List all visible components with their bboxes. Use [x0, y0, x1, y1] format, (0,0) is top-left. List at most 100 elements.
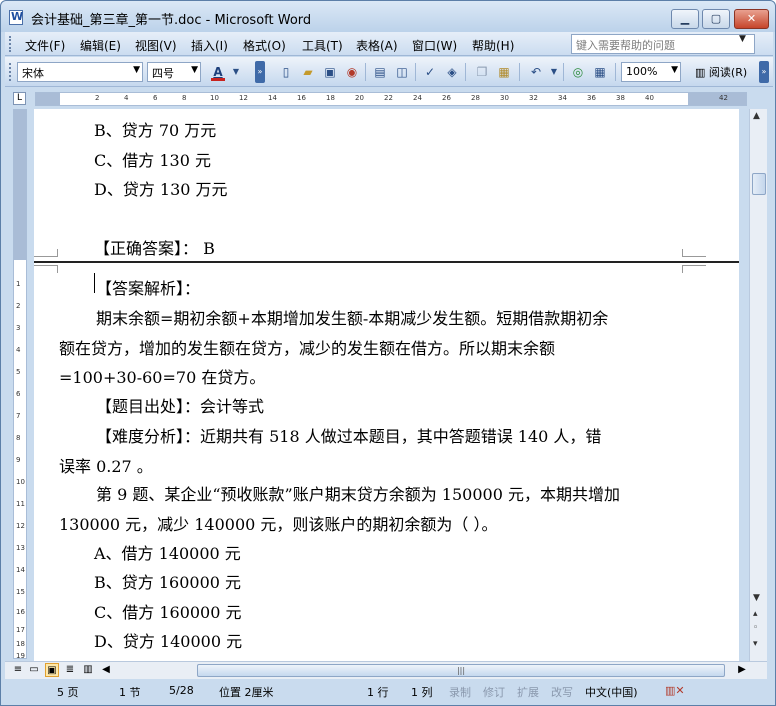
- close-button[interactable]: ✕: [734, 9, 769, 29]
- table-icon[interactable]: ▦: [591, 63, 609, 81]
- option-a: A、借方 140000 元: [94, 544, 241, 563]
- spelling-icon[interactable]: ✓: [421, 63, 439, 81]
- vruler-tick: 13: [16, 544, 25, 552]
- menu-help[interactable]: 帮助(H): [472, 37, 514, 54]
- chevron-down-icon[interactable]: ▼: [191, 65, 198, 75]
- toolbar-separator: [615, 63, 616, 81]
- vertical-scroll-thumb[interactable]: [752, 173, 766, 195]
- vruler-tick: 8: [16, 434, 21, 442]
- ruler-right-margin: [688, 93, 746, 105]
- ruler-tick: 30: [500, 94, 509, 102]
- next-page-icon[interactable]: ▾: [753, 639, 758, 649]
- help-question-input[interactable]: 键入需要帮助的问题: [571, 34, 755, 54]
- status-ext[interactable]: 扩展: [517, 684, 539, 700]
- ruler-tick: 28: [471, 94, 480, 102]
- horizontal-ruler[interactable]: 2 4 6 8 10 12 14 16 18 20 22 24 26 28 30…: [35, 92, 747, 106]
- font-color-dropdown-icon[interactable]: ▼: [227, 63, 245, 81]
- web-view-icon[interactable]: ▭: [27, 663, 41, 677]
- menu-edit[interactable]: 编辑(E): [80, 37, 121, 54]
- ruler-tick: 38: [616, 94, 625, 102]
- chevron-down-icon[interactable]: ▼: [133, 65, 140, 75]
- menu-format[interactable]: 格式(O): [243, 37, 286, 54]
- menu-grip[interactable]: [9, 36, 12, 52]
- option-c-prev: C、借方 130 元: [94, 151, 211, 170]
- status-language: 中文(中国): [585, 686, 638, 699]
- vertical-ruler[interactable]: 1 2 3 4 5 6 7 8 9 10 11 12 13 14 15 16 1…: [13, 109, 27, 659]
- undo-dropdown-icon[interactable]: ▼: [545, 63, 563, 81]
- print-preview-icon[interactable]: ◫: [393, 63, 411, 81]
- menu-tools[interactable]: 工具(T): [302, 37, 343, 54]
- vruler-tick: 3: [16, 324, 21, 332]
- paste-icon[interactable]: ▦: [495, 63, 513, 81]
- scroll-down-icon[interactable]: ▼: [753, 593, 760, 603]
- help-dropdown-arrow-icon[interactable]: ▼: [739, 34, 746, 44]
- status-bar: 5 页 1 节 5/28 位置 2厘米 1 行 1 列 录制 修订 扩展 改写 …: [5, 681, 773, 703]
- maximize-button[interactable]: ▢: [702, 9, 730, 29]
- toolbar-options-icon[interactable]: »: [255, 61, 265, 83]
- font-name-combo[interactable]: 宋体 ▼: [17, 62, 143, 82]
- save-icon[interactable]: ▣: [321, 63, 339, 81]
- vruler-tick: 12: [16, 522, 25, 530]
- vertical-scrollbar[interactable]: ▲ ▼ ▴ ◦ ▾: [749, 109, 767, 661]
- chevron-down-icon[interactable]: ▼: [671, 65, 678, 75]
- font-size-combo[interactable]: 四号 ▼: [147, 62, 201, 82]
- new-document-icon[interactable]: ▯: [277, 63, 295, 81]
- copy-icon[interactable]: ❐: [473, 63, 491, 81]
- menu-file[interactable]: 文件(F): [25, 37, 65, 54]
- vruler-tick: 2: [16, 302, 21, 310]
- status-rec[interactable]: 录制: [449, 684, 471, 700]
- spelling-status-icon[interactable]: ▥✕: [665, 684, 685, 697]
- book-icon: ▥: [695, 66, 706, 79]
- outline-view-icon[interactable]: ≣: [63, 663, 77, 677]
- scroll-right-icon[interactable]: ▶: [735, 663, 749, 677]
- toolbar-grip[interactable]: [9, 63, 12, 81]
- scroll-up-icon[interactable]: ▲: [753, 111, 760, 121]
- horizontal-scroll-thumb[interactable]: |||: [197, 664, 725, 677]
- menu-window[interactable]: 窗口(W): [412, 37, 457, 54]
- toolbar-options-icon[interactable]: »: [759, 61, 769, 83]
- horizontal-scrollbar[interactable]: ≡ ▭ ▣ ≣ ▥ ◀ ||| ▶: [5, 661, 767, 679]
- undo-icon[interactable]: ↶: [527, 63, 545, 81]
- status-column: 1 列: [411, 686, 433, 699]
- menu-insert[interactable]: 插入(I): [191, 37, 228, 54]
- menu-view[interactable]: 视图(V): [135, 37, 177, 54]
- status-ovr[interactable]: 改写: [551, 684, 573, 700]
- page-corner-mark: [682, 249, 706, 257]
- title-bar: 会计基础_第三章_第一节.doc - Microsoft Word ▁ ▢ ✕: [1, 1, 775, 32]
- research-icon[interactable]: ◈: [443, 63, 461, 81]
- scroll-left-icon[interactable]: ◀: [99, 663, 113, 677]
- option-d-prev: D、贷方 130 万元: [94, 180, 228, 199]
- status-line: 1 行: [367, 686, 389, 699]
- print-layout-icon[interactable]: ▣: [45, 663, 59, 677]
- permission-icon[interactable]: ◉: [343, 63, 361, 81]
- read-mode-button[interactable]: ▥ 阅读(R): [691, 62, 751, 82]
- previous-page-icon[interactable]: ▴: [753, 609, 758, 619]
- hyperlink-icon[interactable]: ◎: [569, 63, 587, 81]
- page-corner-mark: [34, 265, 58, 273]
- ruler-left-margin: [36, 93, 60, 105]
- correct-answer: 【正确答案】： B: [94, 239, 215, 258]
- minimize-button[interactable]: ▁: [671, 9, 699, 29]
- read-mode-label: 阅读(R): [708, 66, 748, 79]
- vruler-tick: 14: [16, 566, 25, 574]
- option-b: B、贷方 160000 元: [94, 573, 242, 592]
- analysis-line-1: 期末余额=期初余额+本期增加发生额-本期减少发生额。短期借款期初余: [96, 309, 609, 328]
- analysis-title: 【答案解析】：: [96, 279, 201, 298]
- vruler-tick: 4: [16, 346, 21, 354]
- open-folder-icon[interactable]: ▰: [299, 63, 317, 81]
- ruler-tick: 36: [587, 94, 596, 102]
- zoom-combo[interactable]: 100% ▼: [621, 62, 681, 82]
- word-app-icon[interactable]: [9, 10, 23, 25]
- status-trk[interactable]: 修订: [483, 684, 505, 700]
- ruler-tick: 20: [355, 94, 364, 102]
- select-browse-object-icon[interactable]: ◦: [753, 623, 758, 633]
- print-icon[interactable]: ▤: [371, 63, 389, 81]
- vruler-tick: 6: [16, 390, 21, 398]
- reading-view-icon[interactable]: ▥: [81, 663, 95, 677]
- status-page: 5 页: [57, 686, 79, 699]
- menu-table[interactable]: 表格(A): [356, 37, 398, 54]
- ruler-tick: 26: [442, 94, 451, 102]
- tab-selector[interactable]: L: [13, 92, 26, 105]
- normal-view-icon[interactable]: ≡: [11, 663, 25, 677]
- document-area[interactable]: B、贷方 70 万元 C、借方 130 元 D、贷方 130 万元 【正确答案】…: [34, 109, 739, 661]
